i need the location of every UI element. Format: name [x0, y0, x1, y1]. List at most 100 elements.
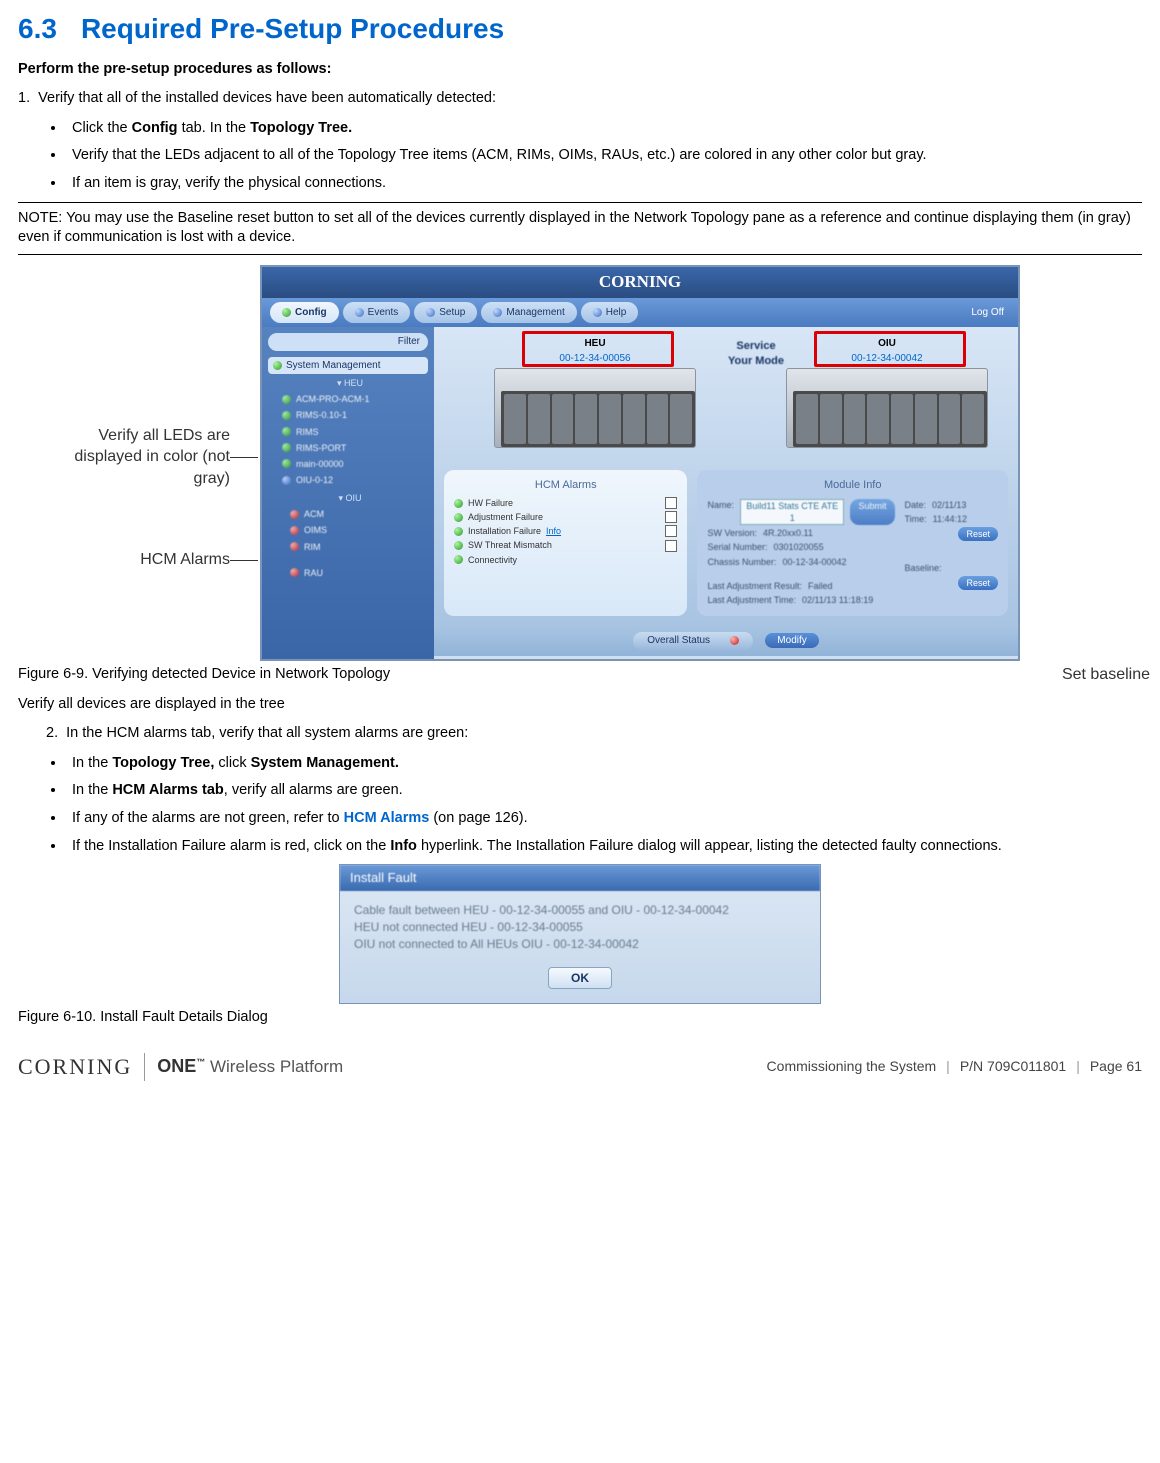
footer-page: Page 61 [1090, 1057, 1142, 1076]
app-window: CORNING Config Events Setup Management H… [260, 265, 1020, 661]
checkbox[interactable] [665, 525, 677, 537]
tree-item[interactable]: OIU-0-12 [268, 472, 428, 488]
logoff-link[interactable]: Log Off [971, 306, 1010, 320]
checkbox[interactable] [665, 511, 677, 523]
setup-icon [426, 308, 435, 317]
events-icon [355, 308, 364, 317]
dialog-title: Install Fault [340, 865, 820, 891]
led-icon [282, 443, 291, 452]
led-icon [273, 361, 282, 370]
step2-bullets: In the Topology Tree, click System Manag… [18, 754, 1142, 856]
tab-setup[interactable]: Setup [414, 302, 477, 324]
led-icon [282, 427, 291, 436]
tree-item[interactable]: ACM [268, 506, 428, 522]
led-icon [454, 513, 463, 522]
management-icon [493, 308, 502, 317]
serial-highlight [522, 331, 674, 367]
submit-button[interactable]: Submit [850, 499, 894, 525]
step1-bullets: Click the Config tab. In the Topology Tr… [18, 119, 1142, 194]
tab-management[interactable]: Management [481, 302, 576, 324]
overall-status-label: Overall Status [647, 634, 710, 648]
callout-set-baseline: Set baseline [1062, 664, 1150, 686]
led-icon [454, 499, 463, 508]
app-tabs-bar: Config Events Setup Management Help Log … [262, 298, 1018, 328]
panel-title: HCM Alarms [454, 478, 677, 493]
led-icon [454, 541, 463, 550]
gear-icon [282, 308, 291, 317]
tree-item[interactable]: ACM-PRO-ACM-1 [268, 391, 428, 407]
hcm-alarms-panel: HCM Alarms HW Failure Adjustment Failure… [444, 470, 687, 616]
bullet: If any of the alarms are not green, refe… [66, 809, 1142, 829]
note-box: NOTE: You may use the Baseline reset but… [18, 202, 1142, 255]
tab-events[interactable]: Events [343, 302, 411, 324]
bullet: If the Installation Failure alarm is red… [66, 837, 1142, 857]
tree-item[interactable]: OIMS [268, 522, 428, 538]
filter-button[interactable]: Filter [268, 333, 428, 351]
fault-line: OIU not connected to All HEUs OIU - 00-1… [354, 936, 806, 952]
bullet: If an item is gray, verify the physical … [66, 174, 1142, 194]
module-info-panel: Module Info Name: Build11 Stats CTE ATE … [697, 470, 1008, 616]
tree-root-system-management[interactable]: System Management [268, 357, 428, 375]
tree-item[interactable]: RIM [268, 539, 428, 555]
led-icon [282, 411, 291, 420]
led-icon [282, 476, 291, 485]
device-oiu: OIU 00-12-34-00042 [786, 337, 988, 448]
ok-button[interactable]: OK [548, 967, 612, 989]
info-link[interactable]: Info [546, 525, 561, 537]
fault-line: HEU not connected HEU - 00-12-34-00055 [354, 919, 806, 935]
service-mode-label: Service Your Mode [726, 337, 786, 448]
checkbox[interactable] [665, 497, 677, 509]
led-icon [290, 568, 299, 577]
led-icon [282, 459, 291, 468]
main-column: HEU 00-12-34-00056 Service Your Mode OIU… [434, 327, 1018, 659]
step-1: 1. Verify that all of the installed devi… [18, 89, 1142, 109]
intro-line: Perform the pre-setup procedures as foll… [18, 60, 1142, 80]
section-title: Required Pre-Setup Procedures [81, 13, 504, 44]
led-icon [730, 636, 739, 645]
app-titlebar: CORNING [262, 267, 1018, 298]
tree-item[interactable]: RIMS-PORT [268, 440, 428, 456]
fault-line: Cable fault between HEU - 00-12-34-00055… [354, 902, 806, 918]
figure-6-10: Install Fault Cable fault between HEU - … [18, 864, 1142, 1004]
led-icon [454, 527, 463, 536]
hcm-alarms-link[interactable]: HCM Alarms [344, 810, 430, 826]
figure-6-9: Verify all LEDs are displayed in color (… [18, 265, 1142, 661]
tab-help[interactable]: Help [581, 302, 639, 324]
name-input[interactable]: Build11 Stats CTE ATE 1 [740, 499, 844, 525]
bullet: Click the Config tab. In the Topology Tr… [66, 119, 1142, 139]
footer-pn: P/N 709C011801 [960, 1057, 1066, 1076]
reset-clock-button[interactable]: Reset [958, 527, 998, 541]
panel-title: Module Info [707, 478, 998, 493]
callout-hcm-alarms: HCM Alarms [70, 549, 230, 571]
figure-6-9-caption: Figure 6-9. Verifying detected Device in… [18, 665, 1142, 685]
modify-button[interactable]: Modify [765, 633, 818, 648]
section-heading: 6.3Required Pre-Setup Procedures [18, 10, 1142, 48]
install-fault-dialog: Install Fault Cable fault between HEU - … [339, 864, 821, 1004]
tree-item[interactable]: RIMS-0.10-1 [268, 407, 428, 423]
led-icon [290, 526, 299, 535]
callout-leds: Verify all LEDs are displayed in color (… [70, 425, 230, 490]
verify-devices-line: Verify all devices are displayed in the … [18, 695, 1142, 715]
led-icon [290, 542, 299, 551]
step-2: 2. In the HCM alarms tab, verify that al… [18, 724, 1142, 744]
divider [144, 1053, 145, 1081]
bullet: Verify that the LEDs adjacent to all of … [66, 146, 1142, 166]
one-logo: ONE™ Wireless Platform [157, 1054, 343, 1079]
tree-item[interactable]: RAU [268, 565, 428, 581]
figure-6-10-caption: Figure 6-10. Install Fault Details Dialo… [18, 1008, 1142, 1028]
led-icon [290, 510, 299, 519]
bullet: In the Topology Tree, click System Manag… [66, 754, 1142, 774]
tree-item[interactable]: RIMS [268, 424, 428, 440]
tree-item[interactable]: main-00000 [268, 456, 428, 472]
bullet: In the HCM Alarms tab, verify all alarms… [66, 781, 1142, 801]
led-icon [282, 395, 291, 404]
checkbox[interactable] [665, 540, 677, 552]
help-icon [593, 308, 602, 317]
device-heu: HEU 00-12-34-00056 [494, 337, 696, 448]
tab-config[interactable]: Config [270, 302, 339, 324]
topology-sidebar: Filter System Management ▾ HEU ACM-PRO-A… [262, 327, 434, 659]
serial-highlight [814, 331, 966, 367]
baseline-reset-button[interactable]: Reset [958, 576, 998, 590]
footer-section: Commissioning the System [767, 1057, 937, 1076]
led-icon [454, 555, 463, 564]
